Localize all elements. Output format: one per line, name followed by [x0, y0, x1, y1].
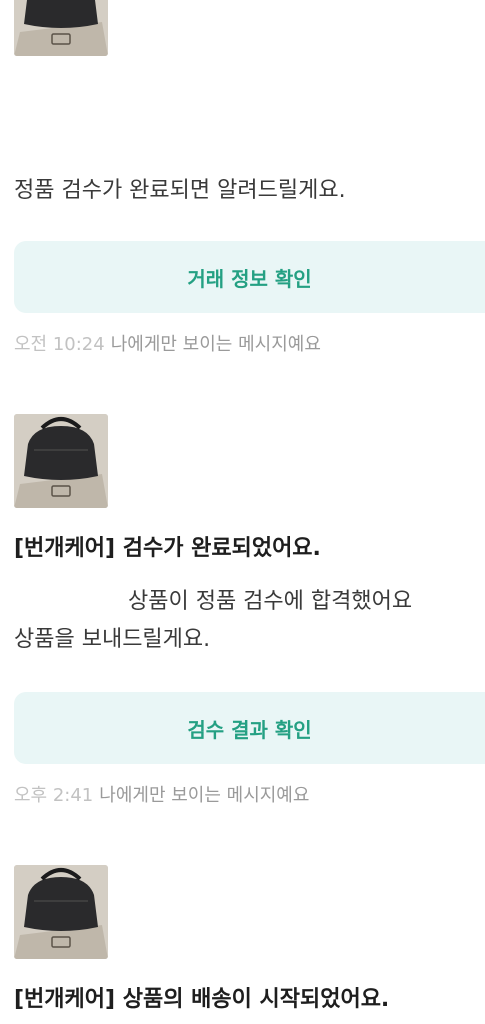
bag-photo-icon [14, 865, 108, 959]
chat-page: 정품 검수가 완료되면 알려드릴게요. 거래 정보 확인 오전 10:24 나에게… [0, 0, 485, 1024]
message-text: 상품을 보내드릴게요. [14, 627, 211, 652]
product-thumbnail[interactable] [14, 0, 108, 56]
message-time: 오후 2:41 [14, 785, 94, 806]
bag-photo-icon [14, 0, 108, 56]
message-title: [번개케어] 상품의 배송이 시작되었어요. [14, 987, 390, 1012]
message-meta: 오후 2:41 나에게만 보이는 메시지예요 [14, 784, 309, 808]
message-title: [번개케어] 검수가 완료되었어요. [14, 536, 321, 561]
message-meta: 오전 10:24 나에게만 보이는 메시지예요 [14, 333, 321, 357]
bag-photo-icon [14, 414, 108, 508]
message-time: 오전 10:24 [14, 334, 105, 355]
private-note: 나에게만 보이는 메시지예요 [99, 785, 310, 806]
product-thumbnail[interactable] [14, 414, 108, 508]
product-thumbnail[interactable] [14, 865, 108, 959]
message-text: 상품이 정품 검수에 합격했어요 [128, 589, 413, 614]
private-note: 나에게만 보이는 메시지예요 [110, 334, 321, 355]
inspection-result-button[interactable]: 검수 결과 확인 [14, 692, 485, 764]
trade-info-button[interactable]: 거래 정보 확인 [14, 241, 485, 313]
message-text: 정품 검수가 완료되면 알려드릴게요. [14, 178, 346, 203]
